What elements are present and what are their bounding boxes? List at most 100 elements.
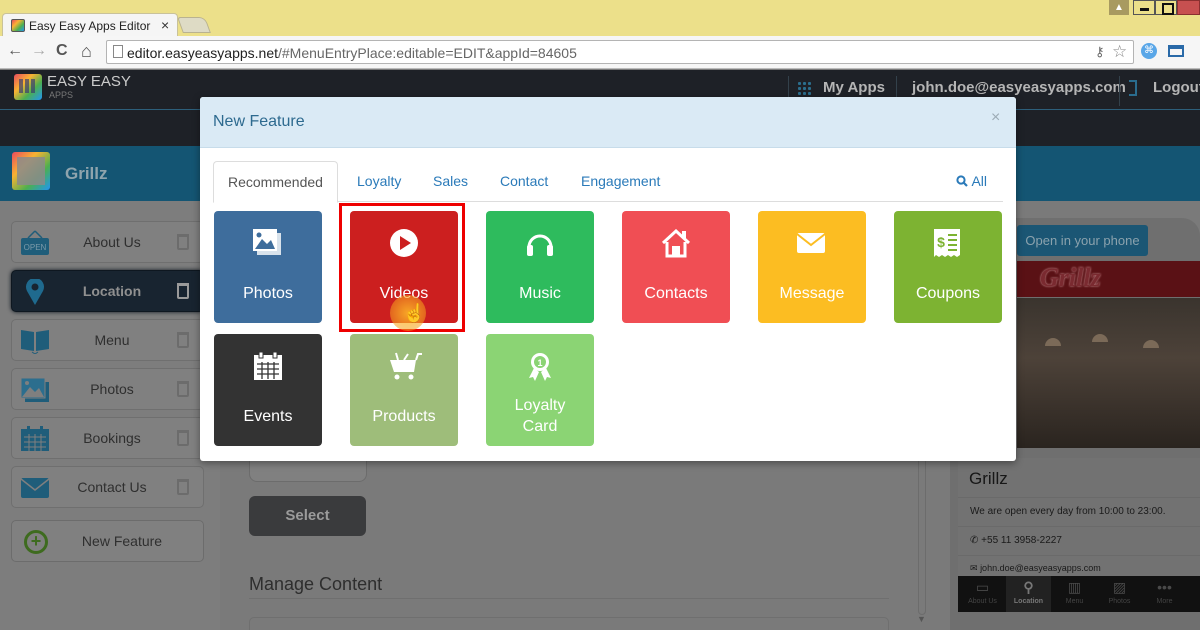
calendar-icon <box>21 426 49 451</box>
phone-nav-location[interactable]: ⚲ Location <box>1006 576 1051 612</box>
trash-icon[interactable] <box>177 479 189 495</box>
key-icon[interactable]: ⚷ <box>1095 44 1105 60</box>
email-icon: ✉ <box>970 563 978 573</box>
browser-toolbar: ← → C ⌂ editor.easyeasyapps.net/#MenuEnt… <box>0 36 1200 69</box>
search-icon <box>956 175 969 187</box>
hand-cursor-icon: ☝ <box>403 303 426 323</box>
grid-icon <box>797 81 811 95</box>
sidebar-item-label: Bookings <box>83 430 141 446</box>
reload-icon[interactable]: C <box>56 42 68 60</box>
feature-tile-photos[interactable]: Photos <box>214 211 322 323</box>
phone-nav-more[interactable]: ••• More <box>1142 576 1187 612</box>
user-profile-icon[interactable]: ▲ <box>1109 0 1129 15</box>
cast-icon[interactable] <box>1168 45 1184 57</box>
manage-content-title: Manage Content <box>249 574 383 594</box>
trash-icon[interactable] <box>177 381 189 397</box>
feature-tile-music[interactable]: Music <box>486 211 594 323</box>
tab-contact[interactable]: Contact <box>500 161 548 202</box>
manage-content-box <box>249 617 889 630</box>
page-icon <box>113 45 123 58</box>
feature-category-tabs: Recommended Loyalty Sales Contact Engage… <box>213 161 1003 203</box>
extension-icon[interactable]: ⌘ <box>1141 43 1157 59</box>
tab-engagement[interactable]: Engagement <box>581 161 660 202</box>
scroll-down-arrow-icon[interactable]: ▼ <box>917 614 926 624</box>
map-pin-icon: ⚲ <box>1023 579 1034 595</box>
user-email-link[interactable]: john.doe@easyeasyapps.com <box>912 79 1126 96</box>
bookmark-star-icon[interactable]: ☆ <box>1112 42 1127 62</box>
sidebar-item-menu[interactable]: Menu <box>11 319 204 361</box>
sidebar-item-location[interactable]: Location <box>11 270 204 312</box>
tab-loyalty[interactable]: Loyalty <box>357 161 401 202</box>
more-dots-icon: ••• <box>1157 579 1172 595</box>
new-feature-button[interactable]: + New Feature <box>11 520 204 562</box>
trash-icon[interactable] <box>177 234 189 250</box>
open-sign-icon: OPEN <box>21 230 49 255</box>
easyeasy-logo-icon[interactable] <box>14 74 42 100</box>
browser-tab[interactable]: Easy Easy Apps Editor × <box>2 13 178 37</box>
back-arrow-icon[interactable]: ← <box>7 42 23 60</box>
sidebar: OPEN About Us Location Menu Photos Booki… <box>0 201 220 630</box>
phone-number-row[interactable]: ✆ +55 11 3958-2227 <box>958 526 1200 555</box>
header-divider <box>1119 76 1120 106</box>
cart-icon <box>390 352 422 380</box>
calendar-icon <box>254 352 282 380</box>
feature-tile-contacts[interactable]: Contacts <box>622 211 730 323</box>
feature-tile-events[interactable]: Events <box>214 334 322 446</box>
svg-text:1: 1 <box>537 358 542 368</box>
url-text[interactable]: editor.easyeasyapps.net/#MenuEntryPlace:… <box>127 45 577 61</box>
forward-arrow-icon[interactable]: → <box>31 42 47 60</box>
trash-icon[interactable] <box>177 283 189 299</box>
headphones-icon <box>527 234 553 256</box>
search-all-link[interactable]: All <box>956 173 987 189</box>
tab-close-icon[interactable]: × <box>161 17 169 33</box>
restaurant-kitchen-photo <box>1017 298 1200 448</box>
tab-recommended[interactable]: Recommended <box>213 161 338 203</box>
sidebar-item-label: About Us <box>83 234 141 250</box>
lamp-shape <box>1092 334 1108 342</box>
book-icon <box>21 330 49 354</box>
home-icon[interactable]: ⌂ <box>81 42 92 60</box>
sidebar-item-photos[interactable]: Photos <box>11 368 204 410</box>
select-button[interactable]: Select <box>249 496 366 536</box>
phone-bottom-nav: ▭ About Us ⚲ Location ▥ Menu ▨ Photos ••• Mor… <box>958 576 1200 612</box>
trash-icon[interactable] <box>177 332 189 348</box>
sidebar-item-contact-us[interactable]: Contact Us <box>11 466 204 508</box>
divider <box>249 598 889 599</box>
phone-business-name: Grillz <box>969 469 1008 488</box>
phone-hours-row: We are open every day from 10:00 to 23:0… <box>958 497 1200 526</box>
minimize-button[interactable] <box>1133 0 1155 15</box>
phone-nav-menu[interactable]: ▥ Menu <box>1052 576 1097 612</box>
maximize-button[interactable] <box>1155 0 1177 15</box>
sidebar-item-label: Contact Us <box>77 479 147 495</box>
tab-sales[interactable]: Sales <box>433 161 468 202</box>
feature-tile-coupons[interactable]: $ Coupons <box>894 211 1002 323</box>
new-tab-button[interactable] <box>177 17 211 33</box>
feature-tile-message[interactable]: Message <box>758 211 866 323</box>
logout-icon <box>1129 80 1137 96</box>
phone-nav-photos[interactable]: ▨ Photos <box>1097 576 1142 612</box>
app-favicon-icon <box>11 19 25 32</box>
svg-text:$: $ <box>937 234 945 250</box>
open-sign-icon: ▭ <box>975 579 990 595</box>
award-icon: 1 <box>529 353 551 381</box>
close-window-button[interactable] <box>1177 0 1200 15</box>
modal-header: New Feature × <box>200 97 1016 148</box>
app-icon <box>12 152 50 190</box>
address-bar[interactable]: editor.easyeasyapps.net/#MenuEntryPlace:… <box>106 40 1134 64</box>
my-apps-link[interactable]: My Apps <box>823 79 885 96</box>
sidebar-item-bookings[interactable]: Bookings <box>11 417 204 459</box>
sidebar-item-about-us[interactable]: OPEN About Us <box>11 221 204 263</box>
browser-titlebar: Easy Easy Apps Editor × ▲ <box>0 0 1200 37</box>
phone-icon: ✆ <box>970 535 979 546</box>
phone-email-row[interactable]: ✉ john.doe@easyeasyapps.com <box>958 555 1200 576</box>
logout-link[interactable]: Logout <box>1153 79 1200 96</box>
coupon-icon: $ <box>934 229 960 257</box>
feature-tile-products[interactable]: Products <box>350 334 458 446</box>
app-name: Grillz <box>65 164 108 183</box>
feature-tile-loyalty-card[interactable]: 1 Loyalty Card <box>486 334 594 446</box>
close-icon[interactable]: × <box>991 109 1000 127</box>
sidebar-item-label: Location <box>82 283 142 299</box>
open-in-phone-button[interactable]: Open in your phone <box>1017 225 1148 256</box>
trash-icon[interactable] <box>177 430 189 446</box>
phone-nav-about-us[interactable]: ▭ About Us <box>960 576 1005 612</box>
